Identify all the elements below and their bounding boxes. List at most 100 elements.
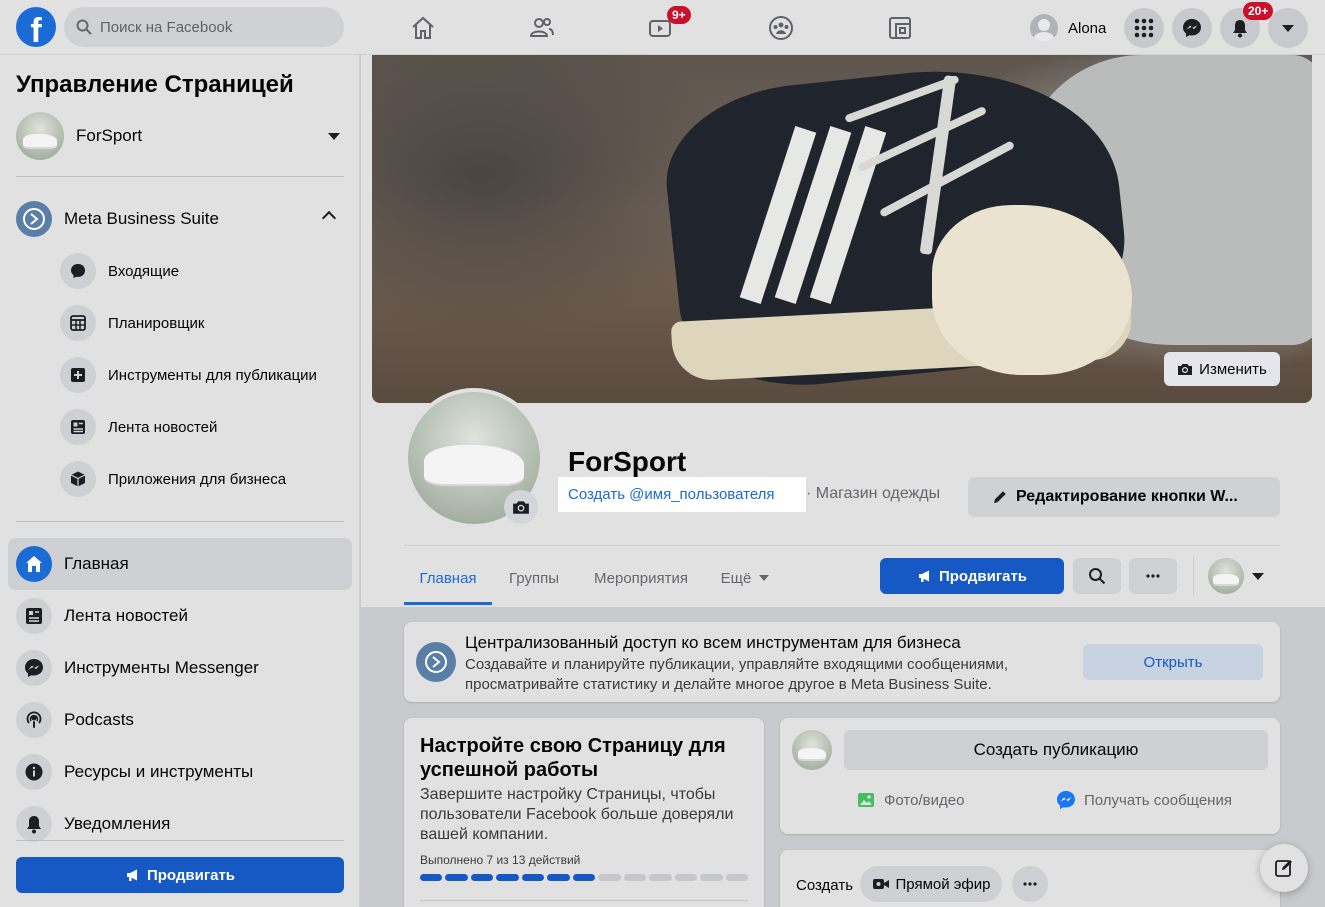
get-messages-button[interactable]: Получать сообщения <box>1056 788 1232 812</box>
photo-video-button[interactable]: Фото/видео <box>856 788 964 812</box>
facebook-logo-icon[interactable]: f <box>16 7 56 47</box>
edit-action-button[interactable]: Редактирование кнопки W... <box>968 477 1280 517</box>
page-search-button[interactable] <box>1073 558 1121 594</box>
tab-events[interactable]: Мероприятия <box>580 556 702 600</box>
account-menu-button[interactable] <box>1268 8 1308 48</box>
notifications-badge: 20+ <box>1243 2 1274 20</box>
change-profile-picture-button[interactable] <box>504 490 538 524</box>
meta-business-suite-label: Meta Business Suite <box>64 209 219 228</box>
home-nav-icon[interactable] <box>403 10 443 46</box>
sidebar-item-news-feed-main[interactable]: Лента новостей <box>8 590 352 642</box>
profile-chip[interactable]: Alona <box>1026 8 1114 48</box>
sidebar-item-label: Инструменты Messenger <box>64 658 259 677</box>
megaphone-icon <box>918 570 929 582</box>
bell-icon <box>16 806 52 842</box>
sidebar-item-label: Лента новостей <box>64 606 188 625</box>
progress-segment <box>700 874 723 881</box>
sidebar-item-podcasts[interactable]: Podcasts <box>8 694 352 746</box>
progress-segment <box>598 874 621 881</box>
sidebar-item-label: Главная <box>64 554 129 573</box>
create-username-link[interactable]: Создать @имя_пользователя <box>558 477 806 512</box>
camera-icon <box>513 501 529 514</box>
camera-icon <box>1178 364 1193 375</box>
sidebar-title: Управление Страницей <box>16 71 294 98</box>
voice-switcher-button[interactable] <box>1208 558 1272 594</box>
search-icon <box>76 19 92 35</box>
create-label: Создать <box>796 877 854 894</box>
messenger-button[interactable] <box>1172 8 1212 48</box>
sidebar-item-news-feed[interactable]: Лента новостей <box>60 407 350 447</box>
chevron-down-icon <box>328 133 340 140</box>
meta-business-suite-toggle[interactable]: Meta Business Suite <box>16 201 344 237</box>
video-camera-icon <box>872 879 889 889</box>
chevron-down-icon <box>1282 24 1294 32</box>
tab-more[interactable]: Ещё <box>710 556 780 600</box>
search-input[interactable]: Поиск на Facebook <box>64 7 344 47</box>
progress-segment <box>420 874 443 881</box>
page-title: ForSport <box>568 446 687 477</box>
video-badge: 9+ <box>667 6 691 24</box>
sidebar-item-messenger-tools[interactable]: Инструменты Messenger <box>8 642 352 694</box>
meta-business-suite-card: Централизованный доступ ко всем инструме… <box>404 622 1280 702</box>
divider <box>16 840 344 841</box>
sidebar-item-notifications[interactable]: Уведомления <box>8 798 352 850</box>
edit-cover-button[interactable]: Изменить <box>1164 352 1280 386</box>
friends-nav-icon[interactable] <box>522 10 562 46</box>
sidebar-item-business-apps[interactable]: Приложения для бизнеса <box>60 459 350 499</box>
page-switcher[interactable]: ForSport <box>16 112 344 160</box>
sidebar-item-planner[interactable]: Планировщик <box>60 303 350 343</box>
tab-label: Главная <box>419 569 477 587</box>
promote-button[interactable]: Продвигать <box>880 558 1064 594</box>
page-management-sidebar: Управление Страницей ForSport Meta Busin… <box>0 55 360 907</box>
groups-nav-icon[interactable] <box>761 10 801 46</box>
live-video-button[interactable]: Прямой эфир <box>860 866 1002 902</box>
sidebar-item-label: Планировщик <box>108 314 205 332</box>
sidebar-item-inbox[interactable]: Входящие <box>60 251 350 291</box>
more-options-button[interactable] <box>1129 558 1177 594</box>
calendar-grid-icon <box>60 305 96 341</box>
messenger-icon <box>16 650 52 686</box>
pencil-icon <box>994 491 1006 503</box>
tab-home[interactable]: Главная <box>404 556 492 600</box>
progress-segment <box>649 874 672 881</box>
meta-business-suite-icon <box>16 201 52 237</box>
tab-groups[interactable]: Группы <box>496 556 572 600</box>
chevron-down-icon <box>759 575 770 581</box>
sidebar-item-label: Входящие <box>108 262 180 280</box>
live-video-label: Прямой эфир <box>895 875 991 893</box>
messenger-icon <box>1057 791 1075 809</box>
setup-card-description: Завершите настройку Страницы, чтобы поль… <box>420 786 734 843</box>
chevron-down-icon <box>1252 572 1264 580</box>
watch-nav-icon[interactable]: 9+ <box>641 6 691 46</box>
publishing-tools-icon <box>60 357 96 393</box>
progress-segment <box>496 874 519 881</box>
cover-photo <box>372 55 1312 403</box>
chat-bubble-icon <box>60 253 96 289</box>
page-avatar <box>16 112 64 160</box>
compose-icon <box>1275 860 1292 877</box>
profile-name: Alona <box>1068 19 1107 37</box>
gaming-nav-icon[interactable] <box>880 10 920 46</box>
sidebar-item-publishing-tools[interactable]: Инструменты для публикации <box>60 355 350 395</box>
active-tab-indicator <box>404 602 492 605</box>
megaphone-icon <box>126 869 137 881</box>
divider <box>1193 556 1194 596</box>
notifications-button[interactable]: 20+ <box>1220 2 1274 48</box>
top-navigation-bar: f Поиск на Facebook 9+ Alona 20+ <box>0 0 1325 55</box>
sidebar-item-label: Лента новостей <box>108 418 218 436</box>
sidebar-item-home[interactable]: Главная <box>8 538 352 590</box>
more-create-options-button[interactable] <box>1012 866 1048 902</box>
news-feed-icon <box>60 409 96 445</box>
more-dots-icon <box>1146 574 1160 578</box>
cube-icon <box>60 461 96 497</box>
page-setup-card: Настройте свою Страницу для успешной раб… <box>404 718 764 907</box>
open-button[interactable]: Открыть <box>1083 644 1263 680</box>
create-post-button[interactable]: Создать публикацию <box>844 730 1268 770</box>
page-category: · Магазин одежды <box>806 485 941 502</box>
sidebar-item-resources[interactable]: Ресурсы и инструменты <box>8 746 352 798</box>
promote-label: Продвигать <box>938 567 1028 585</box>
mbs-card-description: Создавайте и планируйте публикации, упра… <box>465 656 1009 693</box>
sidebar-promote-button[interactable]: Продвигать <box>16 857 344 893</box>
menu-button[interactable] <box>1124 8 1164 48</box>
new-message-button[interactable] <box>1260 844 1308 892</box>
